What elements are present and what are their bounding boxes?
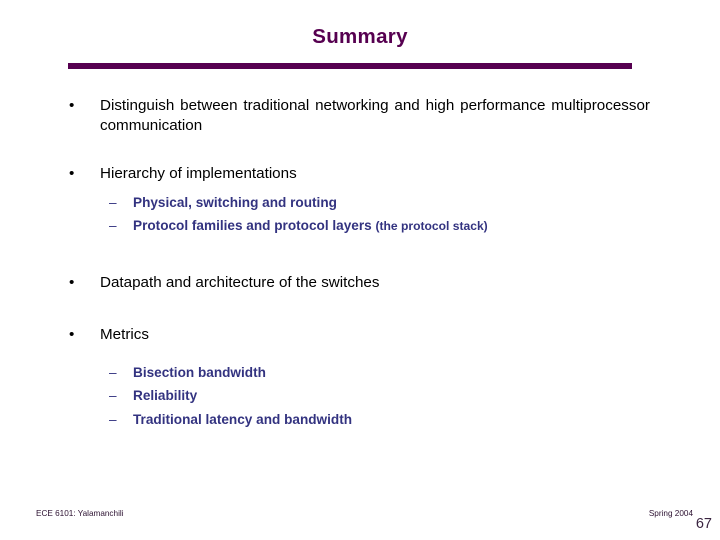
bullet-text: Metrics xyxy=(100,325,149,343)
footer-course-label: ECE 6101: Yalamanchili xyxy=(36,509,124,518)
sub-bullet-item: – Physical, switching and routing xyxy=(0,193,720,212)
dash-marker-icon: – xyxy=(109,364,117,380)
sub-bullet-text: Bisection bandwidth xyxy=(133,364,266,380)
title-divider xyxy=(68,63,632,69)
bullet-marker-icon: • xyxy=(69,165,75,183)
bullet-item: • Distinguish between traditional networ… xyxy=(0,96,720,136)
dash-marker-icon: – xyxy=(109,411,117,427)
bullet-item: • Datapath and architecture of the switc… xyxy=(0,273,720,293)
sub-bullet-note: (the protocol stack) xyxy=(375,219,488,234)
bullet-item: • Metrics xyxy=(0,325,720,345)
sub-bullet-item: – Traditional latency and bandwidth xyxy=(0,410,720,429)
dash-marker-icon: – xyxy=(109,388,117,404)
sub-bullet-item: – Protocol families and protocol layers … xyxy=(0,216,720,235)
page-title: Summary xyxy=(312,25,408,48)
bullet-text: Distinguish between traditional networki… xyxy=(100,97,650,135)
sub-bullet-text: Traditional latency and bandwidth xyxy=(133,411,353,427)
bullet-text: Datapath and architecture of the switche… xyxy=(100,273,380,291)
sub-bullet-text: Physical, switching and routing xyxy=(133,195,337,211)
footer-term-label: Spring 2004 xyxy=(648,509,693,518)
sub-bullet-text: Reliability xyxy=(133,388,198,404)
dash-marker-icon: – xyxy=(109,195,117,211)
sub-bullet-text: Protocol families and protocol layers xyxy=(133,218,376,234)
bullet-marker-icon: • xyxy=(69,273,75,291)
dash-marker-icon: – xyxy=(109,218,117,234)
sub-bullet-item: – Reliability xyxy=(0,386,720,405)
slide: Summary • Distinguish between traditiona… xyxy=(0,0,720,540)
page-number: 67 xyxy=(695,516,712,532)
bullet-marker-icon: • xyxy=(69,97,75,114)
bullet-item: • Hierarchy of implementations xyxy=(0,164,720,184)
slide-body: • Distinguish between traditional networ… xyxy=(0,96,720,429)
bullet-marker-icon: • xyxy=(69,325,75,343)
bullet-text: Hierarchy of implementations xyxy=(100,165,297,183)
sub-bullet-item: – Bisection bandwidth xyxy=(0,363,720,382)
